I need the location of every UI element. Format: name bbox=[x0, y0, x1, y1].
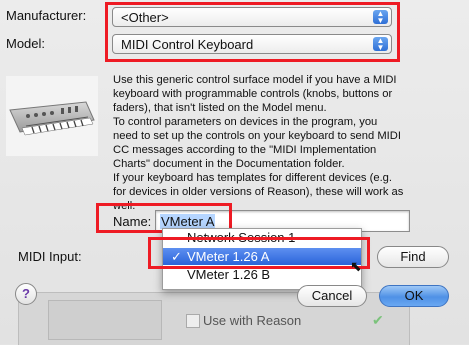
midi-input-highlight bbox=[148, 237, 370, 269]
cancel-button[interactable]: Cancel bbox=[297, 285, 367, 307]
description-line: need to set up the controls on your keyb… bbox=[113, 130, 401, 142]
description-line: faders), that isn't listed on the Model … bbox=[113, 102, 327, 114]
name-value[interactable]: VMeter A bbox=[160, 214, 216, 229]
description-line: Use this generic control surface model i… bbox=[113, 74, 397, 86]
midi-input-label: MIDI Input: bbox=[18, 249, 82, 264]
background-check-icon: ✔ bbox=[372, 312, 384, 328]
midi-keyboard-icon bbox=[9, 101, 95, 136]
model-popup[interactable]: MIDI Control Keyboard ▲ ▼ bbox=[112, 34, 392, 54]
description-line: keyboard with programmable controls (kno… bbox=[113, 88, 393, 100]
description-line: Charts" document in the Documentation fo… bbox=[113, 158, 345, 170]
help-button[interactable]: ? bbox=[15, 283, 37, 305]
model-value: MIDI Control Keyboard bbox=[121, 37, 254, 52]
use-with-reason-checkbox bbox=[186, 314, 200, 328]
model-description: Use this generic control surface model i… bbox=[113, 73, 448, 213]
manufacturer-value: <Other> bbox=[121, 10, 169, 25]
popup-arrows-icon: ▲ ▼ bbox=[373, 10, 388, 25]
use-with-reason-label: Use with Reason bbox=[203, 313, 302, 328]
description-line: To control parameters on devices in the … bbox=[113, 116, 378, 128]
find-button[interactable]: Find bbox=[377, 246, 449, 268]
popup-arrows-icon: ▲ ▼ bbox=[373, 37, 388, 52]
manufacturer-label: Manufacturer: bbox=[6, 8, 87, 23]
model-label: Model: bbox=[6, 36, 46, 51]
ok-button[interactable]: OK bbox=[379, 285, 449, 307]
background-panel bbox=[48, 300, 162, 340]
keyboard-image bbox=[6, 76, 98, 156]
manufacturer-popup[interactable]: <Other> ▲ ▼ bbox=[112, 7, 392, 27]
description-line: for devices in older versions of Reason)… bbox=[113, 186, 404, 198]
mouse-cursor-icon: ⬉ bbox=[350, 258, 362, 274]
description-line: CC messages according to the "MIDI Imple… bbox=[113, 144, 377, 156]
description-line: If your keyboard has templates for diffe… bbox=[113, 172, 393, 184]
